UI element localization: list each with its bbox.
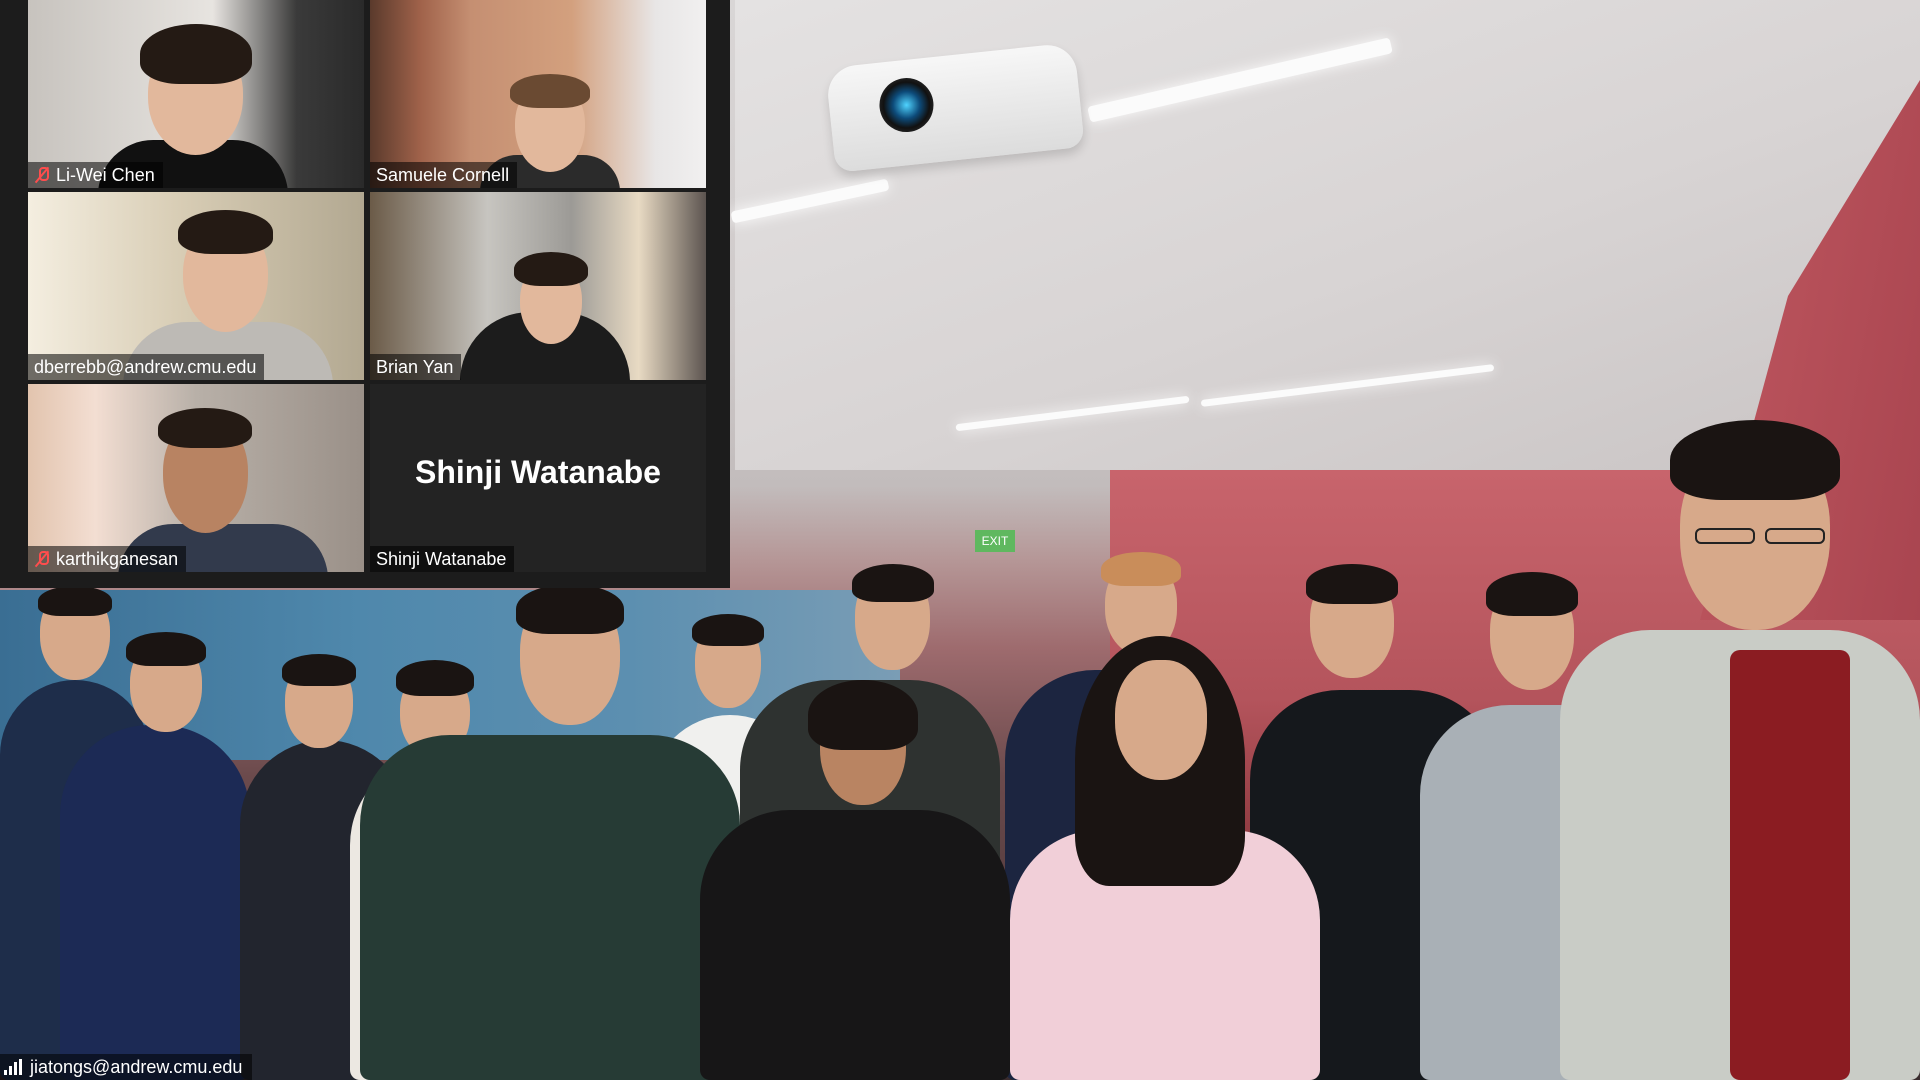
participant-display-name: Shinji Watanabe	[415, 454, 661, 490]
person	[60, 630, 250, 1080]
participant-tile[interactable]: Brian Yan	[370, 192, 706, 380]
participant-name-tag: dberrebb@andrew.cmu.edu	[28, 354, 265, 380]
exit-sign: EXIT	[975, 530, 1015, 552]
participant-name: Brian Yan	[376, 357, 454, 377]
participant-tile[interactable]: Samuele Cornell	[370, 0, 706, 188]
participant-name: Shinji Watanabe	[376, 549, 507, 569]
projector-lens	[876, 75, 937, 135]
main-video-name-tag: jiatongs@andrew.cmu.edu	[0, 1054, 253, 1080]
participant-tile[interactable]: dberrebb@andrew.cmu.edu	[28, 192, 364, 380]
participant-name: Samuele Cornell	[376, 165, 510, 185]
participant-tile[interactable]: karthikganesan	[28, 384, 364, 572]
participant-video	[370, 0, 706, 188]
participant-tile[interactable]: Shinji Watanabe Shinji Watanabe	[370, 384, 706, 572]
participant-tile[interactable]: Li-Wei Chen	[28, 0, 364, 188]
participant-name: Li-Wei Chen	[56, 165, 155, 185]
mic-muted-icon	[34, 550, 50, 568]
person	[700, 680, 1010, 1080]
participant-video	[28, 192, 364, 380]
participant-name-tag: Samuele Cornell	[370, 162, 518, 188]
participant-name: karthikganesan	[56, 549, 179, 569]
signal-strength-icon	[4, 1059, 22, 1075]
participant-name-tag: Shinji Watanabe	[370, 546, 515, 572]
participant-gallery: Li-Wei Chen Samuele Cornell dberrebb@and…	[0, 0, 730, 588]
person	[360, 584, 740, 1080]
mic-muted-icon	[34, 166, 50, 184]
person	[1560, 420, 1920, 1080]
person	[1010, 636, 1320, 1080]
main-video-participant-name: jiatongs@andrew.cmu.edu	[30, 1057, 243, 1077]
participant-video	[28, 0, 364, 188]
participant-name-tag: karthikganesan	[28, 546, 187, 572]
participant-name: dberrebb@andrew.cmu.edu	[34, 357, 257, 377]
participant-name-tag: Brian Yan	[370, 354, 462, 380]
participant-video	[370, 192, 706, 380]
participant-name-tag: Li-Wei Chen	[28, 162, 163, 188]
participant-video	[28, 384, 364, 572]
